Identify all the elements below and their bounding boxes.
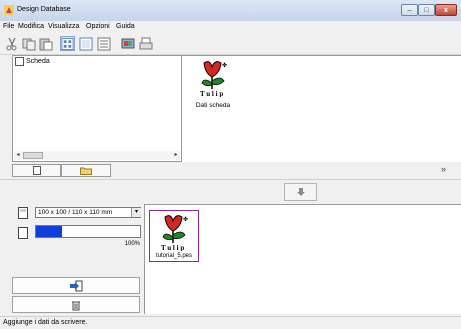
memory-card-icon: [18, 207, 28, 219]
memory-usage-bar: [35, 225, 141, 238]
trash-icon: [72, 301, 80, 310]
svg-text:✤: ✤: [222, 62, 227, 69]
properties-icon[interactable]: [120, 36, 135, 51]
write-list-pane[interactable]: T u l i p ✤ tutorial_5.pes: [144, 204, 461, 314]
status-text: Aggiunge i dati da scrivere.: [3, 319, 88, 326]
tulip-design-icon: T u l i p ✤: [200, 61, 227, 97]
expand-chevron-icon[interactable]: »: [441, 164, 446, 174]
horizontal-scrollbar[interactable]: ◂ ▸: [14, 151, 180, 160]
card-memory-icon: [18, 227, 28, 239]
toolbar: [0, 34, 461, 55]
large-icons-view-icon[interactable]: [60, 36, 75, 51]
svg-text:✤: ✤: [183, 216, 188, 223]
view-tab-strip: »: [12, 163, 461, 179]
paste-icon[interactable]: [38, 36, 53, 51]
copy-icon[interactable]: [21, 36, 36, 51]
status-bar: Aggiunge i dati da scrivere.: [0, 316, 461, 329]
maximize-button[interactable]: □: [418, 4, 435, 16]
scroll-right-icon[interactable]: ▸: [172, 151, 180, 160]
write-to-card-button[interactable]: [12, 277, 140, 294]
card-contents-pane[interactable]: T u l i p ✤ Dati scheda: [182, 55, 461, 162]
card-icon: [32, 166, 41, 175]
pane-divider: [0, 179, 461, 180]
memory-usage-label: 100%: [124, 241, 140, 247]
small-icons-view-icon[interactable]: [78, 36, 93, 51]
tab-folder[interactable]: [61, 164, 111, 177]
menu-opzioni[interactable]: Opzioni: [86, 23, 110, 30]
card-tree-pane[interactable]: Scheda ◂ ▸: [12, 55, 182, 162]
tree-item-scheda[interactable]: Scheda: [15, 57, 50, 66]
scroll-thumb[interactable]: [23, 152, 43, 159]
tulip-design-icon: T u l i p ✤: [161, 215, 188, 251]
close-button[interactable]: x: [435, 4, 457, 16]
list-view-icon[interactable]: [96, 36, 111, 51]
title-bar: Design Database – □ x: [0, 0, 461, 22]
memory-usage-fill: [36, 226, 62, 237]
card-data-label: Dati scheda: [195, 102, 231, 109]
card-size-value: 100 x 100 / 110 x 110 mm: [38, 209, 113, 216]
menu-guida[interactable]: Guida: [116, 23, 135, 30]
menu-file[interactable]: File: [3, 23, 14, 30]
transfer-down-button[interactable]: [284, 183, 317, 201]
delete-button[interactable]: [12, 296, 140, 313]
print-icon[interactable]: [138, 36, 153, 51]
window-title: Design Database: [17, 6, 71, 13]
app-icon: [4, 5, 14, 15]
cut-icon[interactable]: [4, 36, 19, 51]
write-list-item-label: tutorial_5.pes: [155, 253, 193, 259]
folder-icon: [80, 167, 92, 175]
card-size-select[interactable]: 100 x 100 / 110 x 110 mm ▾: [35, 207, 141, 218]
minimize-button[interactable]: –: [401, 4, 418, 16]
svg-text:T u l i p: T u l i p: [161, 244, 184, 251]
card-node-icon: [15, 57, 24, 66]
svg-text:T u l i p: T u l i p: [200, 90, 223, 97]
arrow-down-icon: [296, 188, 305, 196]
menu-bar: File Modifica Visualizza Opzioni Guida: [0, 21, 461, 34]
chevron-down-icon[interactable]: ▾: [131, 208, 141, 217]
write-list-item[interactable]: T u l i p ✤ tutorial_5.pes: [149, 210, 199, 262]
tab-card[interactable]: [12, 164, 61, 177]
menu-visualizza[interactable]: Visualizza: [48, 23, 79, 30]
scroll-left-icon[interactable]: ◂: [14, 151, 22, 160]
card-data-item[interactable]: T u l i p ✤ Dati scheda: [188, 59, 232, 111]
tree-item-label: Scheda: [26, 58, 50, 65]
menu-modifica[interactable]: Modifica: [18, 23, 44, 30]
write-arrow-icon: [70, 280, 83, 291]
